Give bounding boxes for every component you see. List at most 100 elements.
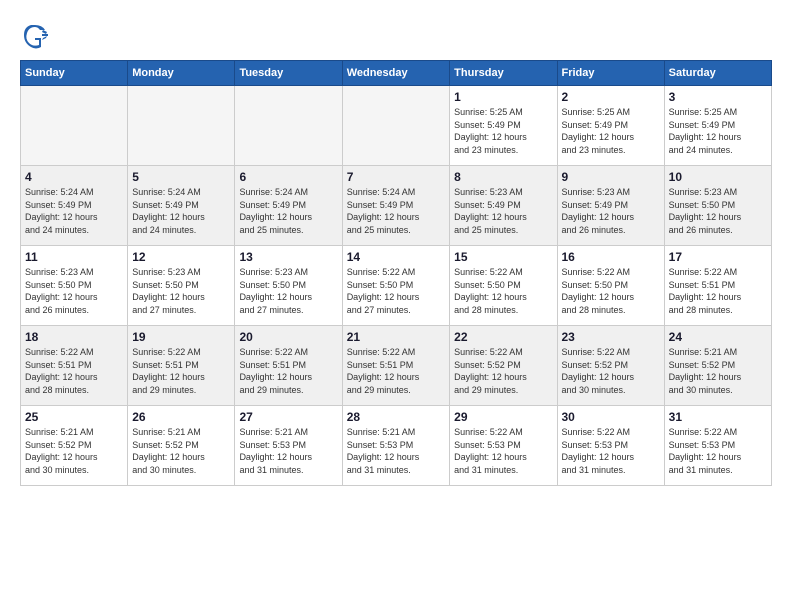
calendar-cell: 14Sunrise: 5:22 AM Sunset: 5:50 PM Dayli…	[342, 246, 449, 326]
day-number: 31	[669, 410, 767, 424]
calendar-week-row: 18 Sunrise: 5:22 AM Sunset: 5:51 PM Dayli…	[21, 326, 772, 406]
page-header	[20, 20, 772, 50]
calendar-week-row: 1 Sunrise: 5:25 AM Sunset: 5:49 PM Daylig…	[21, 86, 772, 166]
calendar-cell: 24 Sunrise: 5:21 AM Sunset: 5:52 PM Dayli…	[664, 326, 771, 406]
day-info: Sunrise: 5:25 AM Sunset: 5:49 PM Dayligh…	[669, 106, 767, 156]
calendar-cell: 1Sunrise: 5:25 AM Sunset: 5:49 PM Daylig…	[450, 86, 557, 166]
day-info: Sunrise: 5:22 AM Sunset: 5:51 PM Dayligh…	[347, 346, 445, 396]
column-header-friday: Friday	[557, 61, 664, 86]
day-number: 27	[239, 410, 337, 424]
calendar-cell: 10 Sunrise: 5:23 AM Sunset: 5:50 PM Dayli…	[664, 166, 771, 246]
calendar-cell: 18 Sunrise: 5:22 AM Sunset: 5:51 PM Dayli…	[21, 326, 128, 406]
day-number: 29	[454, 410, 552, 424]
day-info: Sunrise: 5:24 AM Sunset: 5:49 PM Dayligh…	[25, 186, 123, 236]
calendar-cell: 5 Sunrise: 5:24 AM Sunset: 5:49 PM Daylig…	[128, 166, 235, 246]
day-number: 14	[347, 250, 445, 264]
day-info: Sunrise: 5:22 AM Sunset: 5:52 PM Dayligh…	[562, 346, 660, 396]
calendar-cell: 30Sunrise: 5:22 AM Sunset: 5:53 PM Dayli…	[557, 406, 664, 486]
day-number: 7	[347, 170, 445, 184]
day-number: 22	[454, 330, 552, 344]
day-info: Sunrise: 5:22 AM Sunset: 5:51 PM Dayligh…	[669, 266, 767, 316]
calendar-cell: 12 Sunrise: 5:23 AM Sunset: 5:50 PM Dayli…	[128, 246, 235, 326]
day-number: 8	[454, 170, 552, 184]
calendar-cell: 22 Sunrise: 5:22 AM Sunset: 5:52 PM Dayli…	[450, 326, 557, 406]
day-number: 13	[239, 250, 337, 264]
day-info: Sunrise: 5:21 AM Sunset: 5:52 PM Dayligh…	[132, 426, 230, 476]
day-info: Sunrise: 5:21 AM Sunset: 5:52 PM Dayligh…	[25, 426, 123, 476]
calendar-cell: 13Sunrise: 5:23 AM Sunset: 5:50 PM Dayli…	[235, 246, 342, 326]
day-info: Sunrise: 5:23 AM Sunset: 5:49 PM Dayligh…	[454, 186, 552, 236]
calendar-cell	[21, 86, 128, 166]
day-number: 25	[25, 410, 123, 424]
day-info: Sunrise: 5:25 AM Sunset: 5:49 PM Dayligh…	[562, 106, 660, 156]
calendar-cell: 8 Sunrise: 5:23 AM Sunset: 5:49 PM Daylig…	[450, 166, 557, 246]
day-number: 20	[239, 330, 337, 344]
calendar-cell: 2 Sunrise: 5:25 AM Sunset: 5:49 PM Daylig…	[557, 86, 664, 166]
day-number: 17	[669, 250, 767, 264]
day-info: Sunrise: 5:23 AM Sunset: 5:50 PM Dayligh…	[132, 266, 230, 316]
calendar-cell: 11 Sunrise: 5:23 AM Sunset: 5:50 PM Dayli…	[21, 246, 128, 326]
day-number: 24	[669, 330, 767, 344]
calendar-header-row: SundayMondayTuesdayWednesdayThursdayFrid…	[21, 61, 772, 86]
day-number: 19	[132, 330, 230, 344]
day-number: 18	[25, 330, 123, 344]
day-info: Sunrise: 5:22 AM Sunset: 5:51 PM Dayligh…	[132, 346, 230, 396]
day-info: Sunrise: 5:24 AM Sunset: 5:49 PM Dayligh…	[132, 186, 230, 236]
day-info: Sunrise: 5:23 AM Sunset: 5:50 PM Dayligh…	[669, 186, 767, 236]
day-info: Sunrise: 5:22 AM Sunset: 5:53 PM Dayligh…	[454, 426, 552, 476]
day-info: Sunrise: 5:22 AM Sunset: 5:53 PM Dayligh…	[669, 426, 767, 476]
calendar-cell: 7 Sunrise: 5:24 AM Sunset: 5:49 PM Daylig…	[342, 166, 449, 246]
day-number: 21	[347, 330, 445, 344]
calendar-cell: 6Sunrise: 5:24 AM Sunset: 5:49 PM Daylig…	[235, 166, 342, 246]
logo-icon	[20, 20, 50, 50]
calendar-week-row: 4 Sunrise: 5:24 AM Sunset: 5:49 PM Daylig…	[21, 166, 772, 246]
day-number: 16	[562, 250, 660, 264]
day-info: Sunrise: 5:24 AM Sunset: 5:49 PM Dayligh…	[239, 186, 337, 236]
day-info: Sunrise: 5:22 AM Sunset: 5:51 PM Dayligh…	[25, 346, 123, 396]
day-number: 23	[562, 330, 660, 344]
day-info: Sunrise: 5:22 AM Sunset: 5:50 PM Dayligh…	[454, 266, 552, 316]
calendar-cell: 27 Sunrise: 5:21 AM Sunset: 5:53 PM Dayli…	[235, 406, 342, 486]
day-info: Sunrise: 5:23 AM Sunset: 5:49 PM Dayligh…	[562, 186, 660, 236]
day-info: Sunrise: 5:21 AM Sunset: 5:52 PM Dayligh…	[669, 346, 767, 396]
day-number: 3	[669, 90, 767, 104]
day-number: 4	[25, 170, 123, 184]
day-info: Sunrise: 5:22 AM Sunset: 5:50 PM Dayligh…	[562, 266, 660, 316]
column-header-sunday: Sunday	[21, 61, 128, 86]
day-info: Sunrise: 5:22 AM Sunset: 5:51 PM Dayligh…	[239, 346, 337, 396]
day-number: 5	[132, 170, 230, 184]
column-header-monday: Monday	[128, 61, 235, 86]
column-header-thursday: Thursday	[450, 61, 557, 86]
calendar-cell: 31 Sunrise: 5:22 AM Sunset: 5:53 PM Dayli…	[664, 406, 771, 486]
day-info: Sunrise: 5:24 AM Sunset: 5:49 PM Dayligh…	[347, 186, 445, 236]
day-number: 26	[132, 410, 230, 424]
day-number: 15	[454, 250, 552, 264]
calendar-cell: 9 Sunrise: 5:23 AM Sunset: 5:49 PM Daylig…	[557, 166, 664, 246]
day-number: 2	[562, 90, 660, 104]
column-header-wednesday: Wednesday	[342, 61, 449, 86]
column-header-tuesday: Tuesday	[235, 61, 342, 86]
day-info: Sunrise: 5:23 AM Sunset: 5:50 PM Dayligh…	[25, 266, 123, 316]
calendar-cell: 25 Sunrise: 5:21 AM Sunset: 5:52 PM Dayli…	[21, 406, 128, 486]
day-info: Sunrise: 5:22 AM Sunset: 5:53 PM Dayligh…	[562, 426, 660, 476]
calendar-cell: 29 Sunrise: 5:22 AM Sunset: 5:53 PM Dayli…	[450, 406, 557, 486]
calendar-table: SundayMondayTuesdayWednesdayThursdayFrid…	[20, 60, 772, 486]
calendar-cell	[342, 86, 449, 166]
day-number: 10	[669, 170, 767, 184]
calendar-cell: 21 Sunrise: 5:22 AM Sunset: 5:51 PM Dayli…	[342, 326, 449, 406]
day-number: 9	[562, 170, 660, 184]
day-number: 28	[347, 410, 445, 424]
calendar-cell: 20 Sunrise: 5:22 AM Sunset: 5:51 PM Dayli…	[235, 326, 342, 406]
calendar-cell	[128, 86, 235, 166]
day-info: Sunrise: 5:22 AM Sunset: 5:52 PM Dayligh…	[454, 346, 552, 396]
day-info: Sunrise: 5:21 AM Sunset: 5:53 PM Dayligh…	[239, 426, 337, 476]
day-number: 1	[454, 90, 552, 104]
calendar-cell: 19 Sunrise: 5:22 AM Sunset: 5:51 PM Dayli…	[128, 326, 235, 406]
day-info: Sunrise: 5:21 AM Sunset: 5:53 PM Dayligh…	[347, 426, 445, 476]
day-number: 12	[132, 250, 230, 264]
calendar-week-row: 11 Sunrise: 5:23 AM Sunset: 5:50 PM Dayli…	[21, 246, 772, 326]
logo	[20, 20, 54, 50]
calendar-cell	[235, 86, 342, 166]
day-number: 11	[25, 250, 123, 264]
calendar-cell: 28 Sunrise: 5:21 AM Sunset: 5:53 PM Dayli…	[342, 406, 449, 486]
